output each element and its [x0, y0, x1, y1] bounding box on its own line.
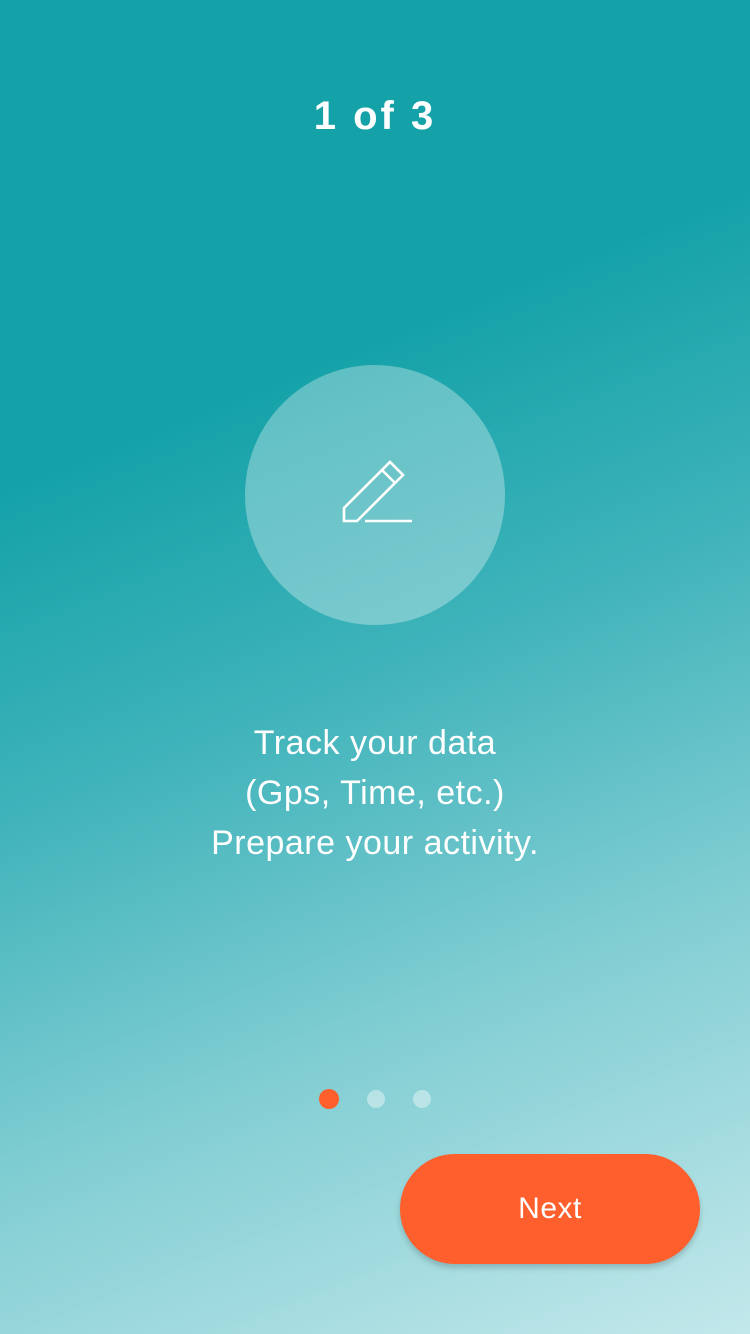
next-button-label: Next: [518, 1192, 582, 1225]
description-line: (Gps, Time, etc.): [245, 774, 505, 812]
description-line: Track your data: [253, 724, 497, 762]
pencil-icon: [342, 460, 412, 523]
onboarding-description: Track your data (Gps, Time, etc.) Prepar…: [0, 718, 750, 868]
page-dot-2[interactable]: [367, 1090, 385, 1108]
page-indicator: [0, 1089, 750, 1109]
next-button[interactable]: Next: [400, 1154, 700, 1264]
description-line: Prepare your activity.: [211, 824, 539, 862]
step-indicator: 1 of 3: [313, 94, 437, 138]
feature-icon-circle: [245, 365, 505, 625]
page-dot-3[interactable]: [413, 1090, 431, 1108]
page-dot-1[interactable]: [319, 1089, 339, 1109]
